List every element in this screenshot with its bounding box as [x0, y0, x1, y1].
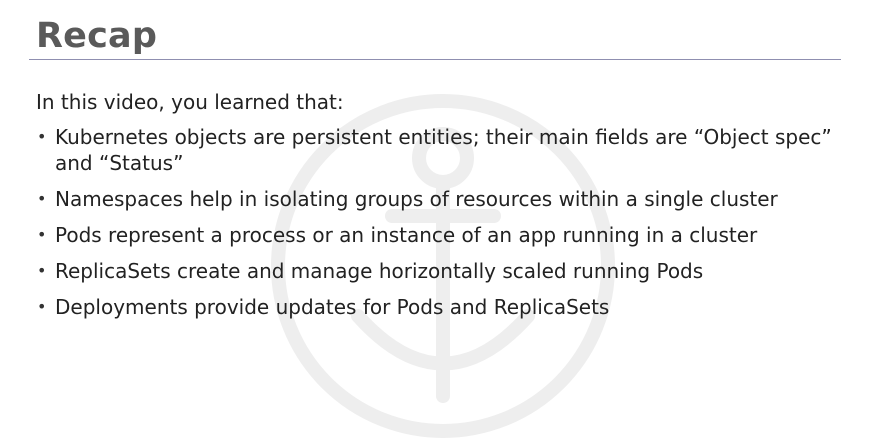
bullet-icon: • — [37, 225, 47, 244]
list-item-text: Kubernetes objects are persistent entiti… — [55, 125, 832, 175]
intro-text: In this video, you learned that: — [36, 90, 344, 114]
list-item-text: Deployments provide updates for Pods and… — [55, 295, 610, 319]
bullet-icon: • — [37, 261, 47, 280]
bullet-icon: • — [37, 297, 47, 316]
list-item-text: ReplicaSets create and manage horizontal… — [55, 259, 704, 283]
bullet-icon: • — [37, 189, 47, 208]
list-item-text: Pods represent a process or an instance … — [55, 223, 758, 247]
recap-list: • Kubernetes objects are persistent enti… — [36, 124, 836, 320]
list-item: • Namespaces help in isolating groups of… — [36, 186, 836, 212]
title-divider — [29, 59, 841, 60]
list-item: • Pods represent a process or an instanc… — [36, 222, 836, 248]
recap-content: In this video, you learned that: • Kuber… — [36, 88, 836, 330]
bullet-icon: • — [37, 127, 47, 146]
list-item: • Kubernetes objects are persistent enti… — [36, 124, 836, 176]
list-item-text: Namespaces help in isolating groups of r… — [55, 187, 778, 211]
page-title: Recap — [36, 16, 158, 56]
list-item: • Deployments provide updates for Pods a… — [36, 294, 836, 320]
list-item: • ReplicaSets create and manage horizont… — [36, 258, 836, 284]
